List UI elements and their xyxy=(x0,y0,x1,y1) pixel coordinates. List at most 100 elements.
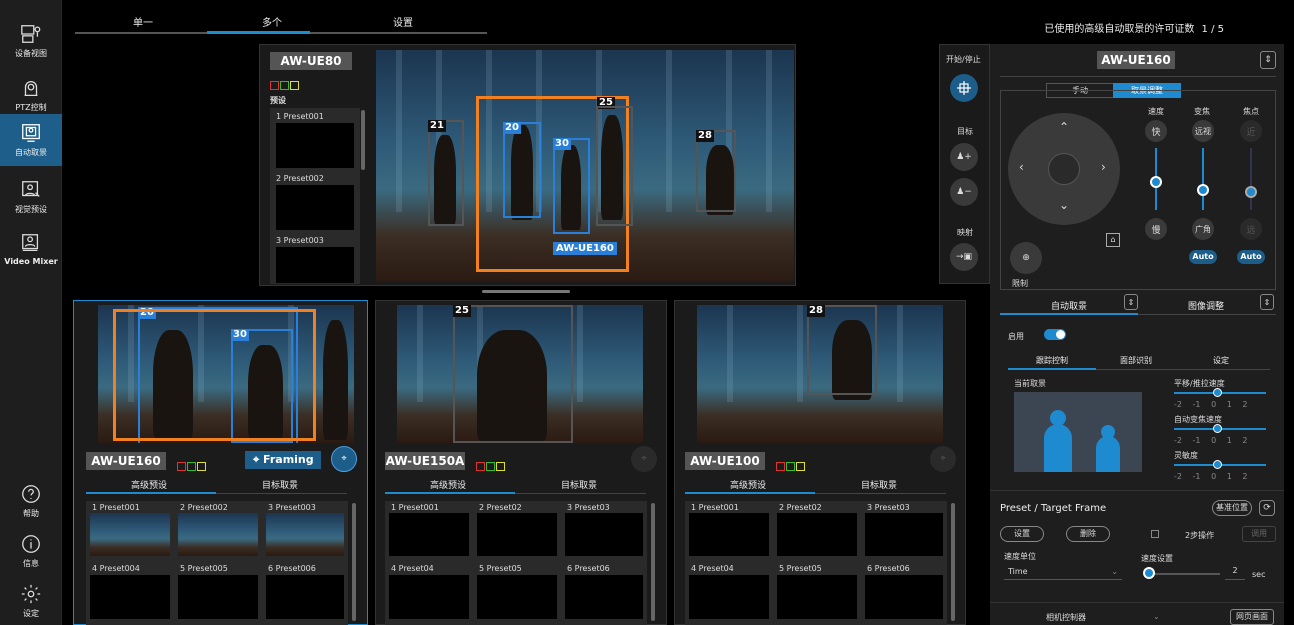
mapping-button[interactable]: →▣ xyxy=(950,243,978,271)
preset-thumbnail[interactable] xyxy=(865,513,943,556)
preset-label: 6 Preset06 xyxy=(867,564,910,573)
zoom-tele-button[interactable]: 远视 xyxy=(1192,120,1214,142)
tab-target-framing[interactable]: 目标取景 xyxy=(561,478,597,491)
pan-speed-thumb[interactable] xyxy=(1213,388,1222,397)
preset-thumbnail[interactable] xyxy=(276,247,354,283)
delete-button[interactable]: 删除 xyxy=(1066,526,1110,542)
tab-tracking-control[interactable]: 跟踪控制 xyxy=(1036,355,1068,366)
chevron-updown-icon: ⇕ xyxy=(1263,297,1271,307)
speed-unit-select[interactable]: Time ⌄ xyxy=(1004,564,1122,580)
tab-image-adjust[interactable]: 图像调整 xyxy=(1188,299,1224,312)
preset-thumbnail[interactable] xyxy=(477,575,557,619)
preset-thumbnail[interactable] xyxy=(90,513,170,556)
preset-thumbnail[interactable] xyxy=(276,123,354,168)
reference-position-button[interactable]: 基准位置 xyxy=(1212,500,1252,516)
refresh-icon[interactable]: ⟳ xyxy=(1259,500,1275,516)
sec-label: sec xyxy=(1252,570,1266,579)
preset-thumbnail[interactable] xyxy=(777,513,857,556)
tab-advanced-preset[interactable]: 高级预设 xyxy=(730,478,766,491)
preset-thumbnail[interactable] xyxy=(477,513,557,556)
preset-thumbnail[interactable] xyxy=(90,575,170,619)
preset-label: 6 Preset006 xyxy=(268,564,316,573)
focus-near-button[interactable]: 近 xyxy=(1240,120,1262,142)
tab-single[interactable]: 单一 xyxy=(133,14,153,29)
sidebar-item-help[interactable]: 帮助 xyxy=(0,478,62,524)
sidebar-item-auto-framing[interactable]: 自动取景 xyxy=(0,114,62,166)
resize-handle[interactable] xyxy=(482,290,570,293)
set-button[interactable]: 设置 xyxy=(1000,526,1044,542)
add-target-button[interactable]: ♟+ xyxy=(950,143,978,171)
preset-thumbnail[interactable] xyxy=(266,575,344,619)
camera-video-ue160[interactable]: 20 30 xyxy=(98,305,354,443)
limit-button[interactable]: ⊕ xyxy=(1010,242,1042,274)
preset-thumbnail[interactable] xyxy=(865,575,943,619)
tab-advanced-preset[interactable]: 高级预设 xyxy=(430,478,466,491)
preset-thumbnail[interactable] xyxy=(276,185,354,230)
zoom-slider-track[interactable] xyxy=(1202,148,1204,210)
camera-controller-label[interactable]: 相机控制器 xyxy=(1046,612,1086,623)
preset-thumbnail[interactable] xyxy=(389,575,469,619)
zoom-auto-button[interactable]: Auto xyxy=(1189,250,1217,264)
main-video-feed[interactable]: 21 25 20 30 28 AW-UE160 xyxy=(376,50,794,282)
framing-toggle-button[interactable]: ⌖ xyxy=(631,446,657,472)
sidebar-item-info[interactable]: 信息 xyxy=(0,528,62,574)
preset-thumbnail[interactable] xyxy=(565,513,643,556)
camera-video-ue150a[interactable]: 25 xyxy=(397,305,643,443)
speed-setting-slider[interactable] xyxy=(1146,573,1220,575)
tab-target-framing[interactable]: 目标取景 xyxy=(861,478,897,491)
preset-thumbnail[interactable] xyxy=(178,575,258,619)
preset-scrollbar[interactable] xyxy=(951,503,955,621)
recall-button[interactable]: 调用 xyxy=(1242,526,1276,542)
remove-target-button[interactable]: ♟− xyxy=(950,178,978,206)
preset-scrollbar[interactable] xyxy=(352,503,356,621)
chevron-down-icon[interactable]: ⌄ xyxy=(1153,612,1160,621)
zoom-slider-thumb[interactable] xyxy=(1197,184,1209,196)
camera-select-button[interactable]: ⇕ xyxy=(1260,51,1276,69)
focus-slider-track[interactable] xyxy=(1250,148,1252,210)
speed-fast-button[interactable]: 快 xyxy=(1145,120,1167,142)
preset-thumbnail[interactable] xyxy=(565,575,643,619)
lock-icon[interactable]: ⌂ xyxy=(1106,233,1120,247)
preset-thumbnail[interactable] xyxy=(389,513,469,556)
framing-toggle-button[interactable]: ⌖ xyxy=(930,446,956,472)
framing-button[interactable]: ⌖ Framing xyxy=(245,451,321,469)
auto-framing-select[interactable]: ⇕ xyxy=(1124,294,1138,310)
zoom-wide-button[interactable]: 广角 xyxy=(1192,218,1214,240)
image-adjust-select[interactable]: ⇕ xyxy=(1260,294,1274,310)
sidebar-item-video-mixer[interactable]: Video Mixer xyxy=(0,222,62,276)
speed-value-input[interactable]: 2 xyxy=(1225,566,1245,580)
auto-zoom-speed-thumb[interactable] xyxy=(1213,424,1222,433)
two-step-checkbox[interactable] xyxy=(1151,530,1159,538)
sensitivity-thumb[interactable] xyxy=(1213,460,1222,469)
tab-auto-framing[interactable]: 自动取景 xyxy=(1051,299,1087,312)
sidebar-item-device-view[interactable]: 设备视图 xyxy=(0,14,62,68)
start-stop-button[interactable] xyxy=(950,74,978,102)
preset-thumbnail[interactable] xyxy=(777,575,857,619)
preset-thumbnail[interactable] xyxy=(266,513,344,556)
tab-setting[interactable]: 设定 xyxy=(1213,355,1229,366)
enable-toggle[interactable] xyxy=(1044,329,1066,340)
preset-thumbnail[interactable] xyxy=(178,513,258,556)
sidebar-item-visual-preset[interactable]: 视觉预设 xyxy=(0,170,62,224)
tab-target-framing[interactable]: 目标取景 xyxy=(262,478,298,491)
speed-slider-thumb[interactable] xyxy=(1150,176,1162,188)
tab-advanced-preset[interactable]: 高级预设 xyxy=(131,478,167,491)
focus-auto-button[interactable]: Auto xyxy=(1237,250,1265,264)
preset-scrollbar[interactable] xyxy=(361,110,365,170)
joystick-center[interactable] xyxy=(1048,153,1080,185)
framing-toggle-button[interactable]: ⌖ xyxy=(331,446,357,472)
preset-thumbnail[interactable] xyxy=(689,513,769,556)
tab-multiple[interactable]: 多个 xyxy=(262,14,282,29)
preset-scrollbar[interactable] xyxy=(651,503,655,621)
focus-far-button[interactable]: 远 xyxy=(1240,218,1262,240)
framing-crosshair-icon: ⌖ xyxy=(641,454,647,464)
tab-settings[interactable]: 设置 xyxy=(393,14,413,29)
preset-thumbnail[interactable] xyxy=(689,575,769,619)
sidebar-item-settings[interactable]: 设定 xyxy=(0,578,62,624)
camera-video-ue100[interactable]: 28 xyxy=(697,305,943,443)
tab-face-recognition[interactable]: 面部识别 xyxy=(1120,355,1152,366)
speed-setting-thumb[interactable] xyxy=(1143,567,1155,579)
focus-slider-thumb[interactable] xyxy=(1245,186,1257,198)
web-screen-button[interactable]: 网页画面 xyxy=(1230,609,1274,625)
speed-slow-button[interactable]: 慢 xyxy=(1145,218,1167,240)
